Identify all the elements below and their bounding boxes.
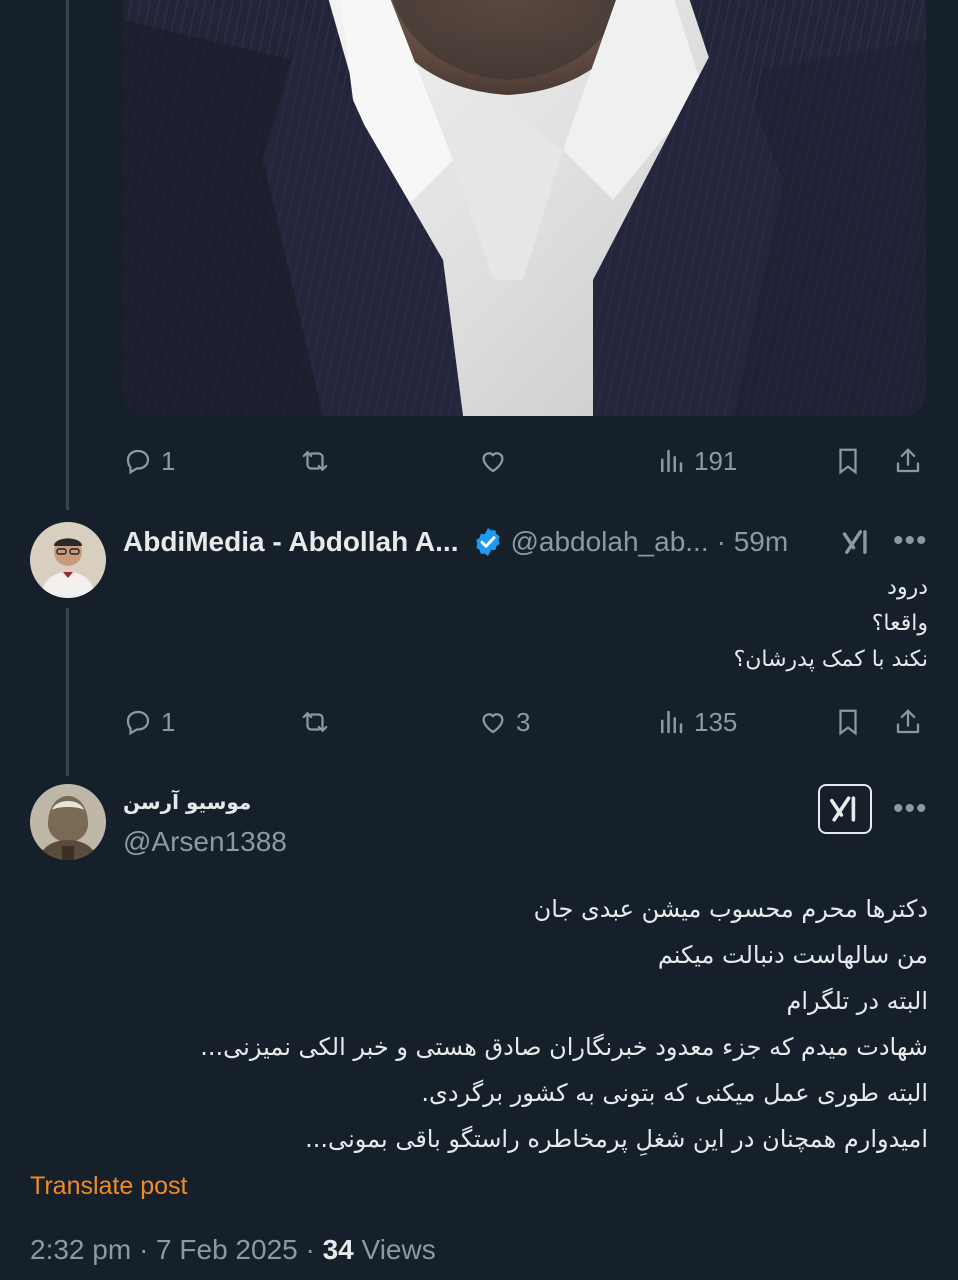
reply-count: 1 (161, 445, 176, 476)
avatar-arsen[interactable] (30, 784, 106, 860)
more-icon[interactable]: ••• (893, 524, 928, 558)
avatar-abdimedia[interactable] (30, 522, 106, 598)
reply-button[interactable]: 1 (123, 702, 175, 742)
like-count: 3 (516, 706, 531, 737)
repost-button[interactable] (300, 441, 330, 481)
like-button[interactable] (478, 441, 508, 481)
bookmark-button[interactable] (833, 441, 863, 481)
post-meta: 2:32 pm · 7 Feb 2025 · 34 Views (30, 1234, 436, 1266)
grok-icon (830, 796, 856, 822)
post-time[interactable]: · 59m (717, 526, 789, 558)
tweet-thread: 1 191 AbdiMedia - Abdollah A... @abdolah… (0, 0, 958, 1280)
views-button[interactable]: 135 (656, 702, 737, 742)
translate-post-link[interactable]: Translate post (30, 1172, 187, 1201)
bookmark-icon (839, 448, 857, 475)
share-button[interactable] (893, 702, 923, 742)
repost-icon (302, 712, 328, 732)
repost-button[interactable] (300, 702, 330, 742)
reply1-header: AbdiMedia - Abdollah A... @abdolah_ab...… (123, 522, 788, 562)
handle[interactable]: @Arsen1388 (123, 826, 287, 858)
main-tweet-name-row: موسیو آرسن (123, 784, 251, 820)
repost-icon (302, 451, 328, 471)
more-icon[interactable]: ••• (893, 792, 928, 826)
views-icon (661, 449, 683, 473)
views-icon (661, 710, 683, 734)
verified-badge-icon (476, 528, 501, 556)
reply-icon (126, 449, 150, 475)
grok-icon[interactable] (840, 525, 874, 559)
main-line-3: البته در تلگرام (786, 987, 928, 1015)
reply1-line-3: نکند با کمک پدرشان؟ (733, 647, 928, 672)
main-line-1: دکترها محرم محسوب میشن عبدی جان (533, 895, 928, 923)
thread-line-top (66, 0, 69, 510)
tweet-media-photo[interactable] (123, 0, 926, 416)
handle[interactable]: @abdolah_ab... (510, 526, 708, 558)
main-line-5: البته طوری عمل میکنی که بتونی به کشور بر… (421, 1079, 928, 1107)
reply-count: 1 (161, 706, 176, 737)
main-tweet-handle-row: @Arsen1388 (123, 822, 287, 862)
reply-icon (126, 710, 150, 736)
reply1-line-2: واقعا؟ (871, 611, 928, 636)
views-count: 191 (694, 445, 738, 476)
avatar-image (30, 522, 106, 598)
like-button[interactable]: 3 (478, 702, 530, 742)
heart-icon (482, 452, 504, 473)
share-icon (896, 448, 920, 473)
bookmark-button[interactable] (833, 702, 863, 742)
views-count: 135 (694, 706, 738, 737)
main-line-2: من سالهاست دنبالت میکنم (657, 941, 928, 969)
bookmark-icon (839, 709, 857, 736)
tweet-actions-reply1: 1 3 135 (123, 702, 933, 742)
thread-line-middle (66, 608, 69, 776)
share-button[interactable] (893, 441, 923, 481)
views-count: 34 (322, 1234, 354, 1265)
main-tweet-text: دکترها محرم محسوب میشن عبدی جان من سالها… (200, 886, 928, 1162)
views-button[interactable]: 191 (656, 441, 737, 481)
display-name[interactable]: AbdiMedia - Abdollah A... (123, 526, 458, 558)
main-line-6: امیدوارم همچنان در این شغلِ پرمخاطره راس… (305, 1125, 928, 1153)
views-label: Views (353, 1234, 436, 1265)
reply1-line-1: درود (887, 575, 928, 600)
grok-button[interactable] (818, 784, 872, 834)
heart-icon (482, 713, 504, 734)
avatar-image (30, 784, 106, 860)
main-line-4: شهادت میدم که جزء معدود خبرنگاران صادق ه… (200, 1033, 928, 1061)
tweet-actions-previous: 1 191 (123, 441, 933, 481)
reply-button[interactable]: 1 (123, 441, 175, 481)
reply1-text: درود واقعا؟ نکند با کمک پدرشان؟ (734, 570, 928, 678)
post-timestamp[interactable]: 2:32 pm · 7 Feb 2025 · (30, 1234, 323, 1265)
display-name[interactable]: موسیو آرسن (123, 790, 251, 814)
photo-man-in-suit (123, 0, 926, 416)
share-icon (896, 709, 920, 734)
